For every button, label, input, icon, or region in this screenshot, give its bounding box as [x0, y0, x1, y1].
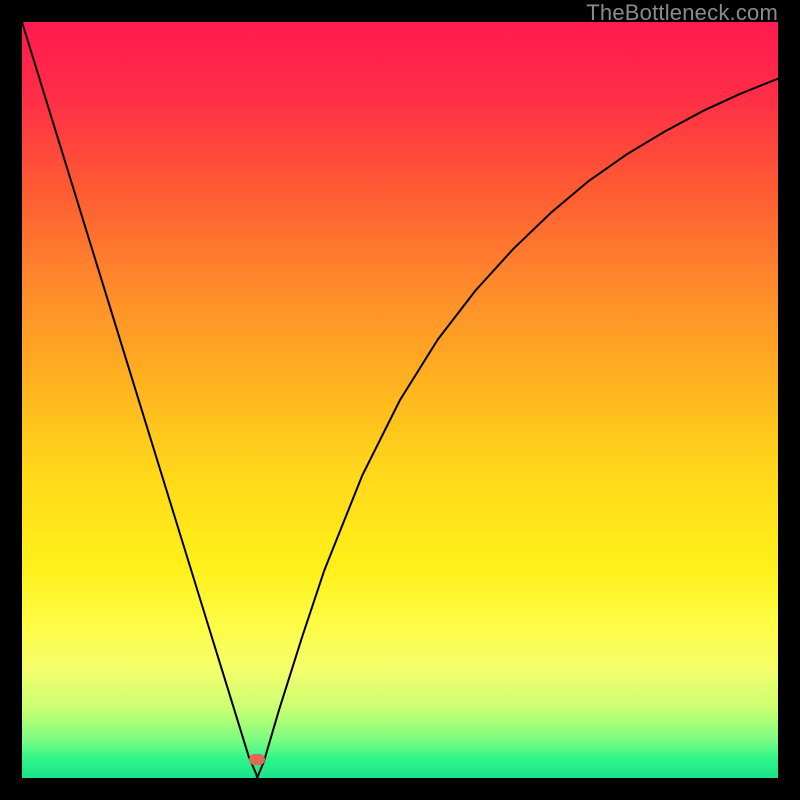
plot-frame: [22, 22, 778, 778]
plot-svg: [22, 22, 778, 778]
optimal-point-marker: [249, 754, 265, 765]
watermark-text: TheBottleneck.com: [586, 0, 778, 26]
